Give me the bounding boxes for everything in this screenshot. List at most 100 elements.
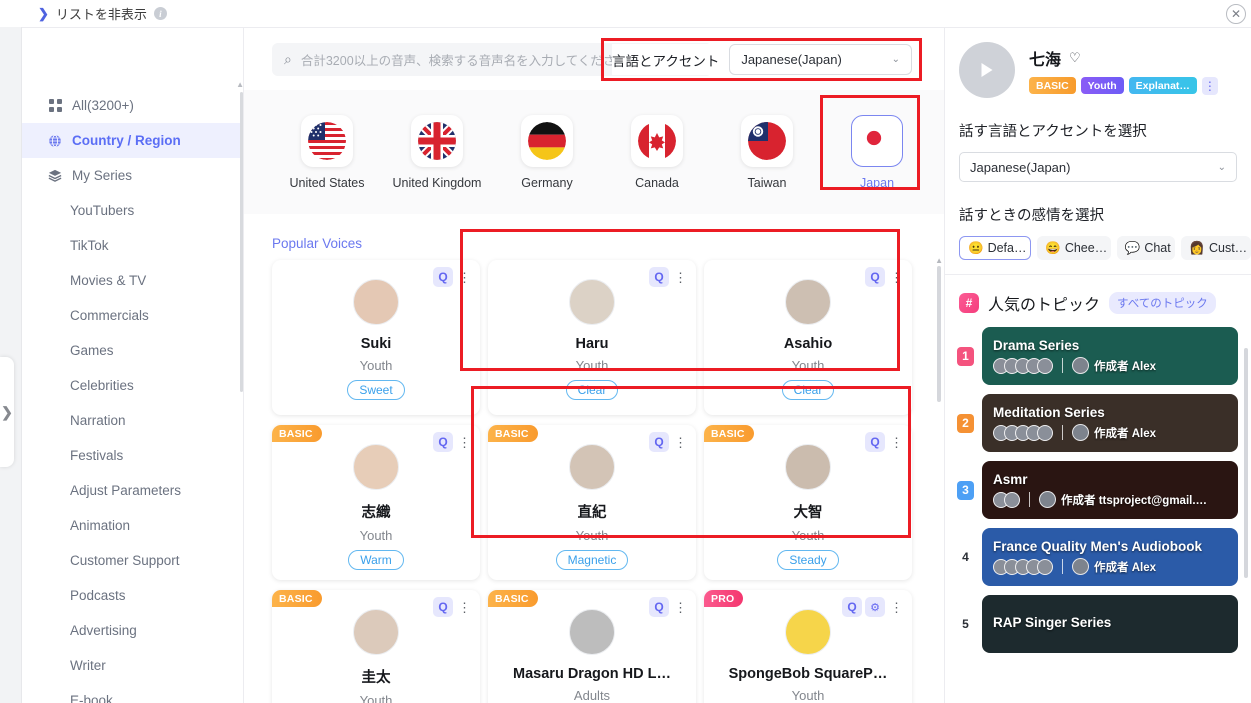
hash-icon: # — [959, 293, 979, 313]
country-japan[interactable]: Japan — [822, 114, 932, 190]
topic-meta: 作成者 Alex — [993, 424, 1238, 441]
emotion-option[interactable]: 👩 Cust… — [1181, 236, 1251, 260]
topic-card[interactable]: Asmr 作成者 ttsproject@gmail.c… — [982, 461, 1238, 519]
sidebar-item-youtubers[interactable]: YouTubers — [22, 193, 243, 228]
more-options-icon[interactable]: ⋮ — [456, 436, 473, 449]
language-select[interactable]: Japanese(Japan) ⌄ — [959, 152, 1237, 182]
voice-card[interactable]: Q ⋮ Haru Youth Clear — [488, 260, 696, 415]
topic-card[interactable]: France Quality Men's Audiobook 作成者 Alex — [982, 528, 1238, 586]
topic-row[interactable]: 2 Meditation Series 作成者 Alex — [957, 394, 1251, 452]
voice-list-scroll-up-arrow[interactable]: ▲ — [935, 256, 943, 265]
left-rail: ❯ — [0, 27, 22, 703]
topic-meta: 作成者 Alex — [993, 558, 1238, 575]
preview-search-icon[interactable]: Q — [649, 432, 669, 452]
more-options-icon[interactable]: ⋮ — [456, 601, 473, 614]
sidebar-item-adjust-parameters[interactable]: Adjust Parameters — [22, 473, 243, 508]
topic-card[interactable]: RAP Singer Series — [982, 595, 1238, 653]
sidebar-item-advertising[interactable]: Advertising — [22, 613, 243, 648]
sidebar-item-celebrities[interactable]: Celebrities — [22, 368, 243, 403]
emotion-option[interactable]: 😄 Chee… — [1037, 236, 1111, 260]
participant-avatar — [1004, 491, 1020, 508]
preview-search-icon[interactable]: Q — [865, 267, 885, 287]
sidebar-item-country-region[interactable]: Country / Region — [22, 123, 243, 158]
sidebar-item-label: Movies & TV — [70, 272, 147, 288]
topic-row[interactable]: 1 Drama Series 作成者 Alex — [957, 327, 1251, 385]
sidebar-item-writer[interactable]: Writer — [22, 648, 243, 683]
voice-name: Masaru Dragon HD L… — [513, 666, 671, 682]
voice-card[interactable]: BASIC Q ⋮ 大智 Youth Steady — [704, 425, 912, 580]
more-options-icon[interactable]: ⋮ — [672, 601, 689, 614]
preview-search-icon[interactable]: Q — [433, 267, 453, 287]
divider — [1062, 358, 1063, 373]
sidebar-item-label: Games — [70, 342, 114, 358]
country-germany[interactable]: Germany — [492, 114, 602, 190]
country-united-kingdom[interactable]: United Kingdom — [382, 114, 492, 190]
preview-search-icon[interactable]: Q — [433, 432, 453, 452]
sidebar-item-label: Celebrities — [70, 377, 134, 393]
info-icon[interactable]: i — [153, 7, 167, 20]
voice-card[interactable]: BASIC Q ⋮ 直紀 Youth Magnetic — [488, 425, 696, 580]
avatar[interactable] — [959, 42, 1015, 98]
country-united-states[interactable]: United States — [272, 114, 382, 190]
more-options-icon[interactable]: ⋮ — [888, 271, 905, 284]
all-topics-button[interactable]: すべてのトピック — [1109, 292, 1216, 314]
sidebar-item-narration[interactable]: Narration — [22, 403, 243, 438]
voice-card[interactable]: BASICQ⋮Masaru Dragon HD L…AdultsAnimated — [488, 590, 696, 703]
voice-card[interactable]: BASIC Q ⋮ 志織 Youth Warm — [272, 425, 480, 580]
us-flag-icon — [308, 121, 346, 160]
sidebar-item-all-3200[interactable]: All(3200+) — [22, 88, 243, 123]
sidebar-item-my-series[interactable]: My Series — [22, 158, 243, 193]
preview-search-icon[interactable]: Q — [865, 432, 885, 452]
voice-card[interactable]: Q ⋮ Suki Youth Sweet — [272, 260, 480, 415]
topics-scrollbar[interactable] — [1244, 348, 1248, 578]
topic-name: Drama Series — [993, 338, 1080, 353]
preview-search-icon[interactable]: Q — [649, 597, 669, 617]
hide-list-toggle[interactable]: ❯ リストを非表示 i — [38, 4, 167, 23]
preview-search-icon[interactable]: Q — [433, 597, 453, 617]
language-accent-select[interactable]: Japanese(Japan) ⌄ — [729, 44, 912, 75]
sidebar-item-festivals[interactable]: Festivals — [22, 438, 243, 473]
voice-name: 圭太 — [361, 670, 391, 686]
hide-list-label: リストを非表示 — [55, 7, 147, 22]
topic-row[interactable]: 5 RAP Singer Series — [957, 595, 1251, 653]
sidebar-item-podcasts[interactable]: Podcasts — [22, 578, 243, 613]
jp-flag-icon — [858, 121, 896, 160]
country-taiwan[interactable]: Taiwan — [712, 114, 822, 190]
topic-row[interactable]: 3 Asmr 作成者 ttsproject@gmail.c… — [957, 461, 1251, 519]
more-options-icon[interactable]: ⋮ — [888, 601, 905, 614]
sidebar-scroll-up-arrow[interactable]: ▲ — [236, 80, 244, 89]
more-options-icon[interactable]: ⋮ — [456, 271, 473, 284]
voice-list-scrollbar[interactable] — [937, 266, 941, 402]
voice-card[interactable]: BASICQ⋮圭太YouthMuddy — [272, 590, 480, 703]
close-icon[interactable]: ✕ — [1226, 4, 1246, 24]
emotion-option[interactable]: 💬 Chat — [1116, 236, 1176, 260]
sidebar-item-customer-support[interactable]: Customer Support — [22, 543, 243, 578]
expand-panel-handle[interactable]: ❯ — [0, 357, 14, 467]
sidebar-item-commercials[interactable]: Commercials — [22, 298, 243, 333]
de-flag-icon — [528, 121, 566, 160]
topic-card[interactable]: Drama Series 作成者 Alex — [982, 327, 1238, 385]
emotion-section-label: 話すときの感情を選択 — [959, 208, 1104, 224]
topic-card[interactable]: Meditation Series 作成者 Alex — [982, 394, 1238, 452]
more-options-icon[interactable]: ⋮ — [1201, 76, 1218, 95]
sidebar-item-games[interactable]: Games — [22, 333, 243, 368]
sidebar-item-animation[interactable]: Animation — [22, 508, 243, 543]
sidebar-item-movies-tv[interactable]: Movies & TV — [22, 263, 243, 298]
country-canada[interactable]: Canada — [602, 114, 712, 190]
emotion-option[interactable]: 😐 Defa… — [959, 236, 1032, 260]
more-options-icon[interactable]: ⋮ — [672, 271, 689, 284]
topic-row[interactable]: 4 France Quality Men's Audiobook 作成者 Alex — [957, 528, 1251, 586]
plan-badge: PRO — [704, 590, 744, 607]
sidebar-item-tiktok[interactable]: TikTok — [22, 228, 243, 263]
sidebar-scrollbar[interactable] — [240, 92, 243, 392]
emotion-label: Chee… — [1064, 241, 1108, 255]
preview-search-icon[interactable]: Q — [842, 597, 862, 617]
preview-search-icon[interactable]: Q — [649, 267, 669, 287]
voice-card[interactable]: Q ⋮ Asahio Youth Clear — [704, 260, 912, 415]
gear-icon[interactable]: ⚙ — [865, 597, 885, 617]
more-options-icon[interactable]: ⋮ — [888, 436, 905, 449]
sidebar-item-e-book[interactable]: E-book — [22, 683, 243, 703]
heart-icon[interactable]: ♡ — [1069, 50, 1081, 66]
voice-card[interactable]: PROQ⚙⋮SpongeBob SquareP…YouthCharacteris… — [704, 590, 912, 703]
more-options-icon[interactable]: ⋮ — [672, 436, 689, 449]
